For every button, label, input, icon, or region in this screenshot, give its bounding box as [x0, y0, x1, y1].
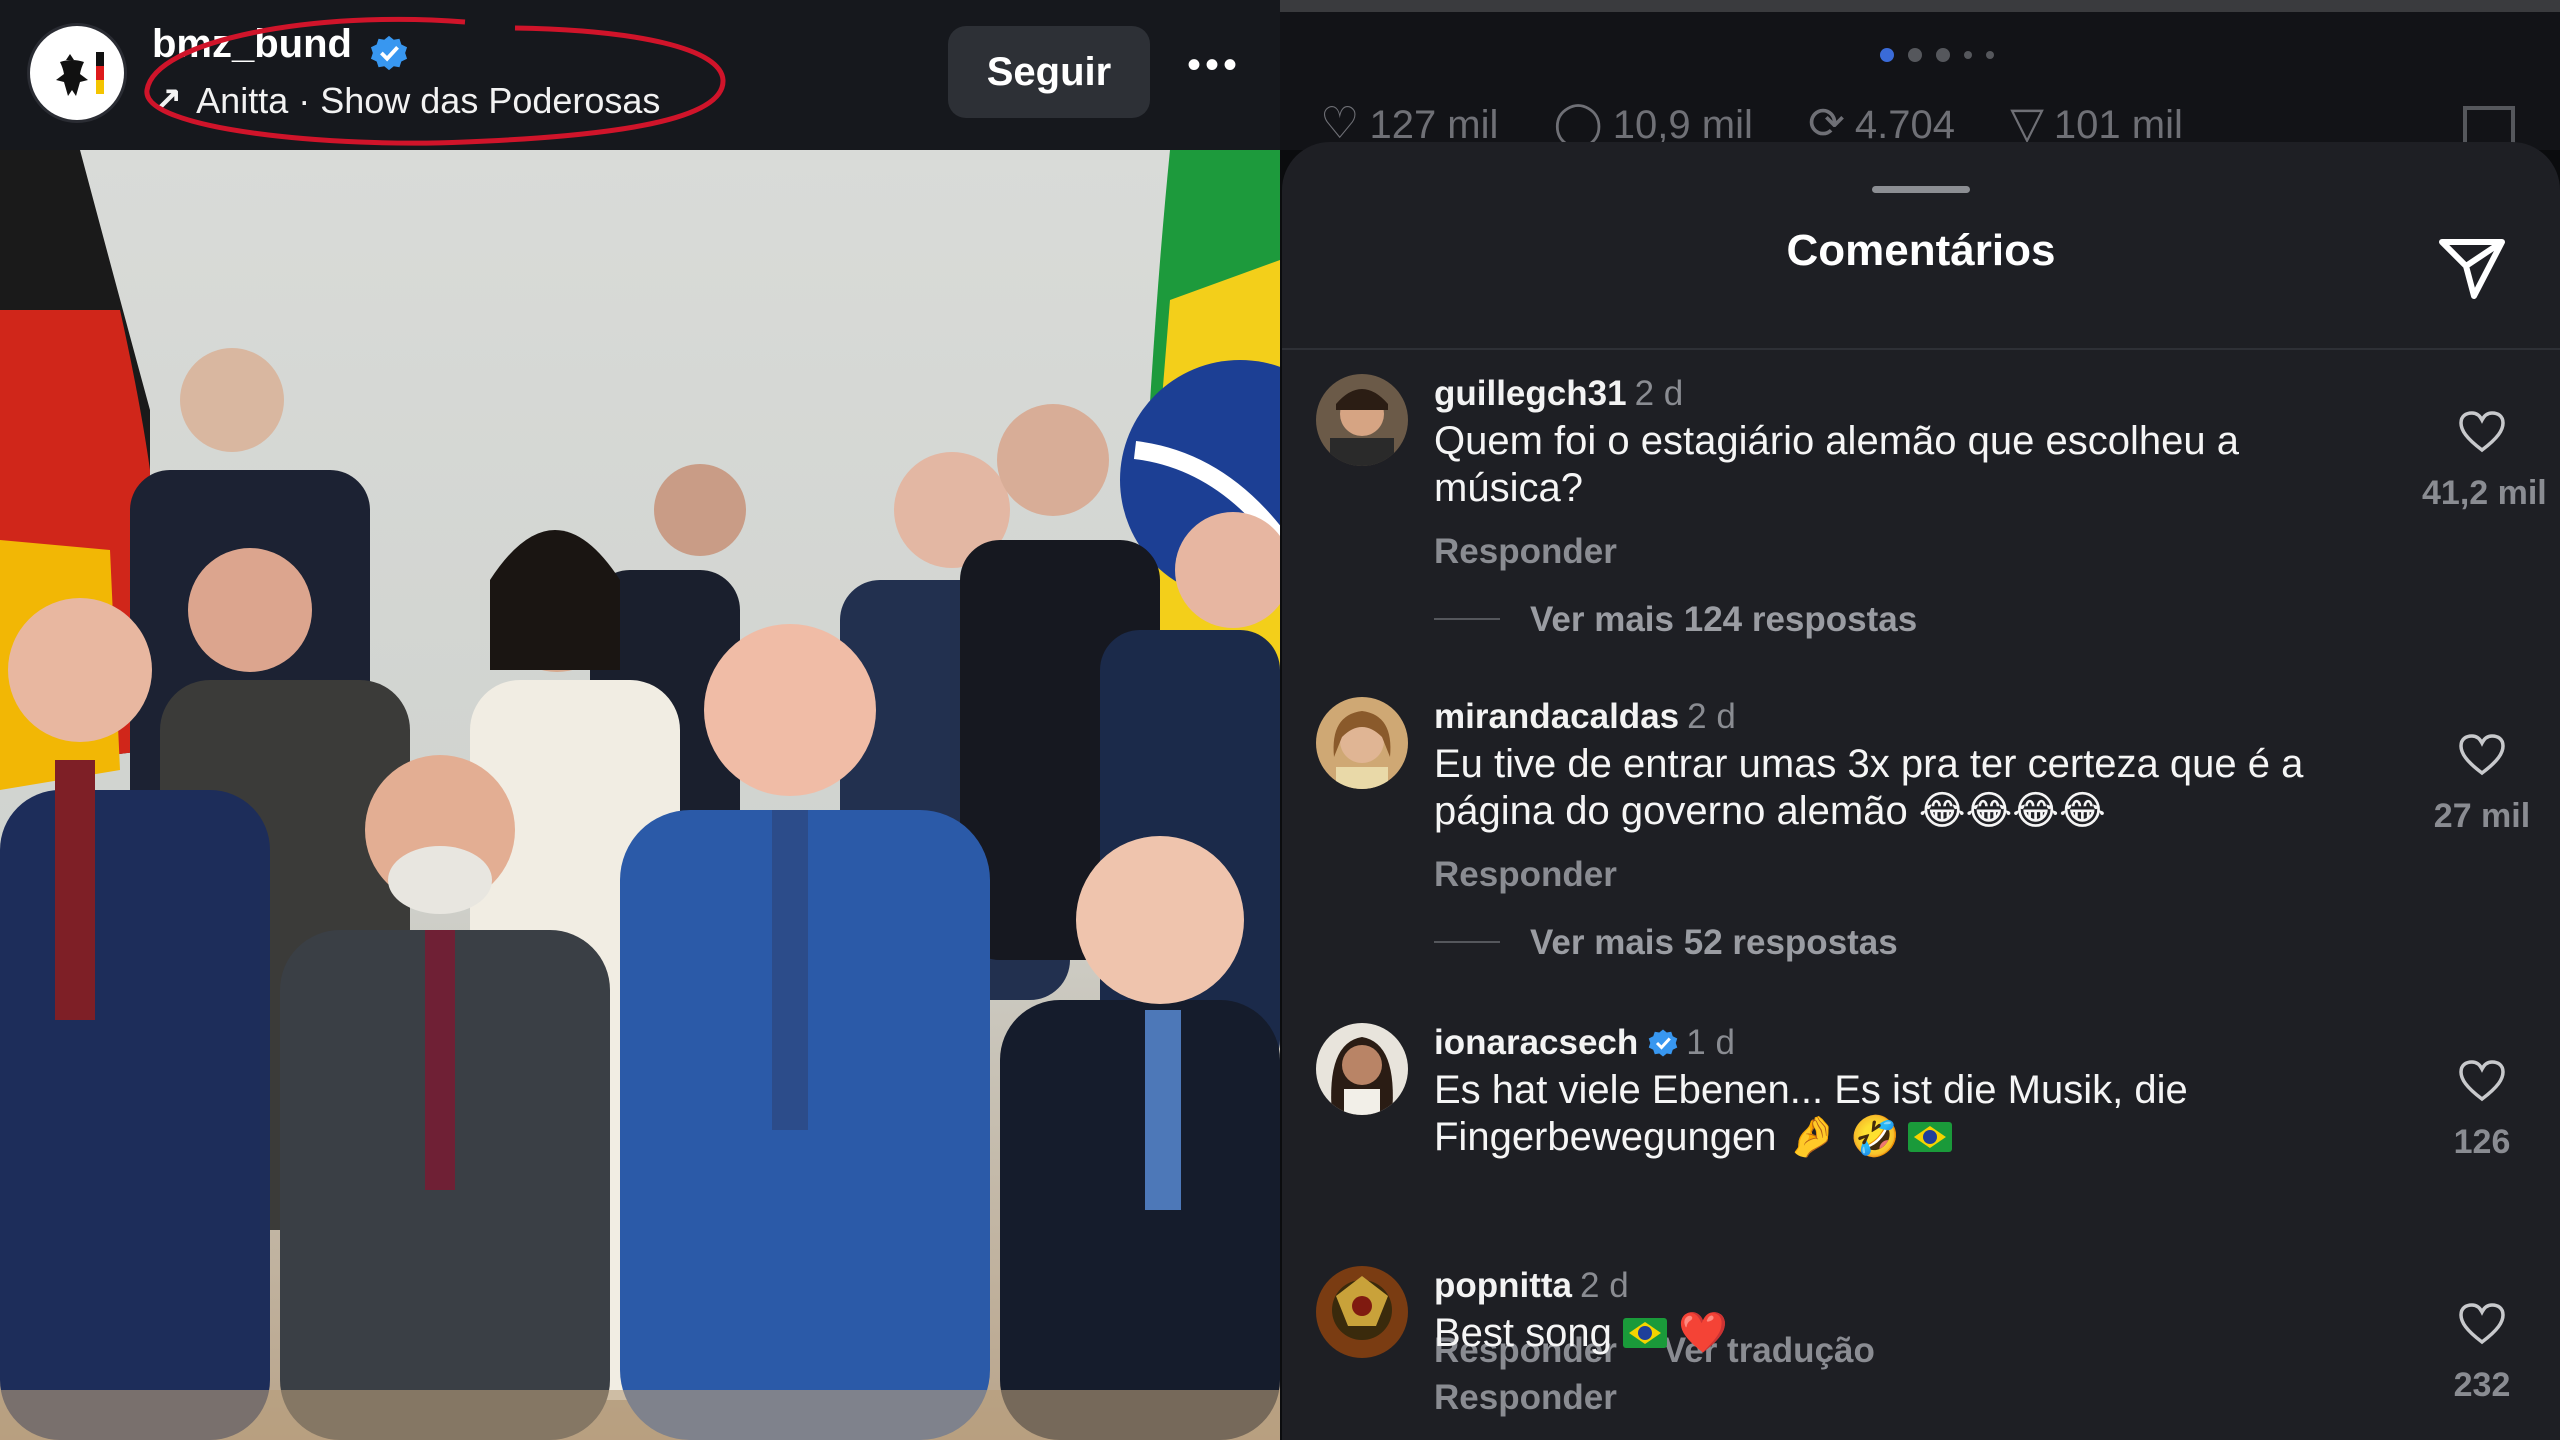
reply-button[interactable]: Responder	[1434, 532, 1617, 571]
sheet-divider	[1282, 348, 2560, 350]
music-link[interactable]: ↗ Anitta · Show das Poderosas	[152, 80, 660, 122]
like-count: 232	[2453, 1366, 2511, 1404]
view-replies[interactable]: Ver mais 52 respostas	[1434, 923, 1898, 963]
comment-actions: Responder	[1434, 855, 1617, 895]
comment-username[interactable]: mirandacaldas	[1434, 697, 1679, 736]
comment-time: 2 d	[1580, 1266, 1629, 1305]
comments-sheet: Comentários guillegch31 2 d Quem foi o es…	[1282, 142, 2560, 1440]
carousel-dot	[1986, 51, 1994, 59]
repost-count: 4.704	[1854, 103, 1955, 147]
sheet-grabber[interactable]	[1872, 186, 1970, 193]
comment-like[interactable]: 232	[2422, 1302, 2542, 1405]
comment-time: 1 d	[1686, 1023, 1735, 1062]
comment-like[interactable]: 27 mil	[2422, 733, 2542, 836]
comment-icon[interactable]: ◯	[1554, 99, 1603, 148]
like-count: 126	[2453, 1123, 2511, 1161]
view-replies-label: Ver mais 52 respostas	[1530, 923, 1898, 962]
repost-icon[interactable]: ⟳	[1808, 99, 1845, 148]
share-icon[interactable]: ▽	[2010, 99, 2044, 148]
post-actions-behind: ♡ 127 mil ◯ 10,9 mil ⟳ 4.704 ▽ 101 mil	[1280, 0, 2560, 162]
heart-icon[interactable]	[2458, 1059, 2506, 1103]
heart-icon[interactable]	[2458, 1302, 2506, 1346]
music-arrow-icon: ↗	[152, 80, 183, 121]
comment-actions: Responder	[1434, 532, 1617, 572]
comment-text: Best song ❤️	[1434, 1310, 2384, 1357]
view-replies[interactable]: Ver mais 124 respostas	[1434, 600, 1917, 640]
emoji-tail: 🤌 🤣	[1787, 1114, 1900, 1160]
comment-text: Quem foi o estagiário alemão que escolhe…	[1434, 419, 2239, 510]
comment-like[interactable]: 126	[2422, 1059, 2542, 1162]
comments-panel: ♡ 127 mil ◯ 10,9 mil ⟳ 4.704 ▽ 101 mil Comen…	[1280, 0, 2560, 1440]
post-header: bmz_bund ↗ Anitta · Show das Poderosas Se…	[0, 0, 1280, 150]
carousel-dots	[1880, 48, 2008, 67]
heart-icon[interactable]	[2458, 410, 2506, 454]
verified-badge-icon	[370, 35, 408, 71]
comment-header: mirandacaldas 2 d	[1434, 697, 1736, 737]
reply-button[interactable]: Responder	[1434, 1378, 1617, 1417]
comment-text-body: Best song	[1434, 1311, 1612, 1355]
comment-text: Eu tive de entrar umas 3x pra ter certez…	[1434, 742, 2304, 833]
comment-text: Es hat viele Ebenen... Es ist die Musik,…	[1434, 1067, 2384, 1161]
comment-username[interactable]: ionaracsech	[1434, 1023, 1638, 1062]
more-icon[interactable]: •••	[1184, 45, 1244, 94]
sheet-title: Comentários	[1786, 226, 2056, 275]
comment-like[interactable]: 41,2 mil	[2422, 410, 2547, 513]
like-count: 41,2 mil	[2422, 474, 2547, 512]
carousel-dot	[1936, 48, 1950, 62]
brazil-flag-icon	[1907, 1122, 1952, 1152]
carousel-dot	[1908, 48, 1922, 62]
like-count: 27 mil	[2433, 797, 2531, 835]
comment-header: popnitta 2 d	[1434, 1266, 1629, 1306]
music-label: Anitta · Show das Poderosas	[196, 80, 661, 121]
heart-icon[interactable]: ♡	[1320, 99, 1359, 148]
reply-button[interactable]: Responder	[1434, 855, 1617, 894]
account-username[interactable]: bmz_bund	[152, 22, 352, 67]
comment-time: 2 d	[1634, 374, 1684, 413]
comment-avatar[interactable]	[1316, 374, 1408, 466]
comment-avatar[interactable]	[1316, 1023, 1408, 1115]
post-photo[interactable]	[0, 150, 1280, 1440]
brazil-flag-icon	[1623, 1318, 1668, 1348]
image-edge	[1280, 0, 2560, 12]
view-replies-label: Ver mais 124 respostas	[1530, 600, 1918, 639]
comment-header: ionaracsech 1 d	[1434, 1023, 1735, 1063]
comment-time: 2 d	[1687, 697, 1736, 736]
emoji-tail: ❤️	[1678, 1310, 1728, 1356]
comment-username[interactable]: popnitta	[1434, 1266, 1572, 1305]
follow-button[interactable]: Seguir	[948, 26, 1150, 118]
comment-username[interactable]: guillegch31	[1434, 374, 1627, 413]
heart-icon[interactable]	[2458, 733, 2506, 777]
comment-count: 10,9 mil	[1612, 103, 1753, 147]
comment-header: guillegch31 2 d	[1434, 374, 1683, 414]
replies-line	[1434, 941, 1500, 943]
account-avatar[interactable]	[30, 26, 124, 120]
carousel-dot	[1964, 51, 1972, 59]
replies-line	[1434, 618, 1500, 620]
like-count: 127 mil	[1369, 103, 1499, 147]
share-count: 101 mil	[2053, 103, 2183, 147]
comment-actions: Responder	[1434, 1378, 1617, 1418]
send-icon[interactable]	[2432, 226, 2512, 306]
post-panel: bmz_bund ↗ Anitta · Show das Poderosas Se…	[0, 0, 1280, 1440]
comment-avatar[interactable]	[1316, 697, 1408, 789]
comment-avatar[interactable]	[1316, 1266, 1408, 1358]
verified-badge-icon	[1649, 1029, 1678, 1057]
carousel-dot	[1880, 48, 1894, 62]
